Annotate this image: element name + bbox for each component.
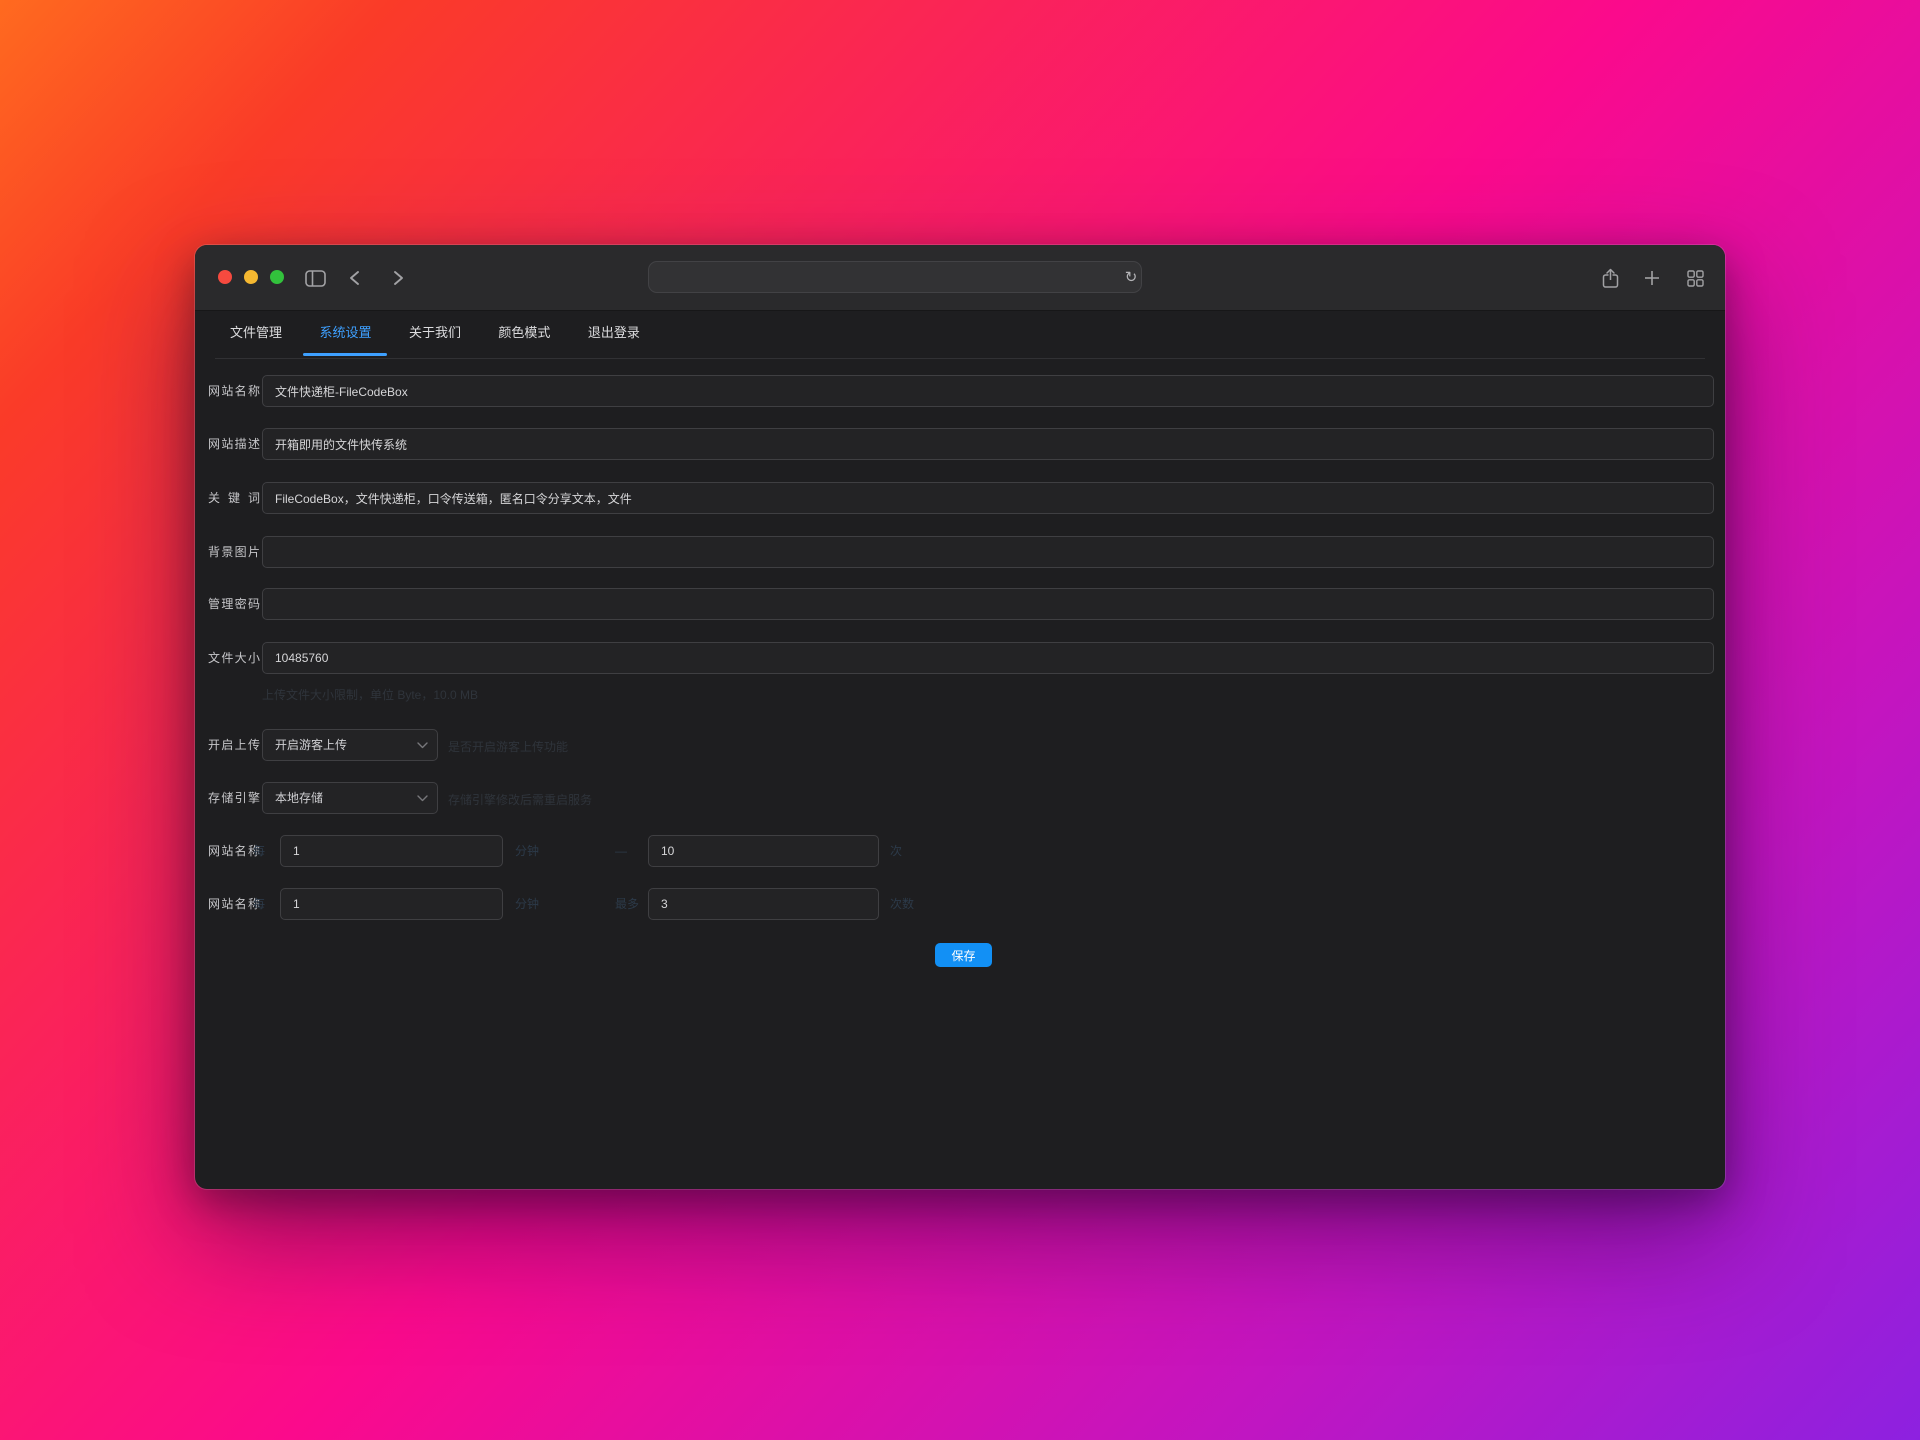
keywords-input[interactable] xyxy=(262,482,1714,514)
field-label: 关 键 词 xyxy=(208,482,260,514)
traffic-lights xyxy=(218,270,284,284)
minimize-button[interactable] xyxy=(244,270,258,284)
limit-unit-text: 分钟 xyxy=(515,835,539,867)
error-count-input[interactable] xyxy=(648,888,879,920)
share-icon[interactable] xyxy=(1598,267,1622,289)
storage-engine-select[interactable]: 本地存储 xyxy=(262,782,438,814)
limit-unit-text: 分钟 xyxy=(515,888,539,920)
tab-file-management[interactable]: 文件管理 xyxy=(230,310,282,356)
field-label: 开启上传 xyxy=(208,729,260,761)
tab-color-mode[interactable]: 颜色模式 xyxy=(498,310,550,356)
field-label: 文件大小 xyxy=(208,642,260,674)
open-upload-select[interactable]: 开启游客上传 xyxy=(262,729,438,761)
field-label: 存储引擎 xyxy=(208,782,260,814)
upload-count-input[interactable] xyxy=(648,835,879,867)
site-description-input[interactable] xyxy=(262,428,1714,460)
error-minute-input[interactable] xyxy=(280,888,503,920)
back-icon[interactable] xyxy=(342,267,366,289)
chevron-down-icon xyxy=(417,742,428,749)
form-row-file-size: 文件大小 xyxy=(195,642,1725,674)
open-upload-select-value: 开启游客上传 xyxy=(275,738,347,752)
forward-icon[interactable] xyxy=(386,267,410,289)
form-row-storage-engine: 存储引擎 本地存储 存储引擎修改后需重启服务 xyxy=(195,782,1725,814)
refresh-icon[interactable]: ↻ xyxy=(1119,265,1143,289)
form-row-keywords: 关 键 词 xyxy=(195,482,1725,514)
address-bar[interactable] xyxy=(648,261,1142,293)
upload-minute-input[interactable] xyxy=(280,835,503,867)
limit-suffix-text: 次 xyxy=(890,835,902,867)
chevron-down-icon xyxy=(417,795,428,802)
save-button[interactable]: 保存 xyxy=(935,943,992,967)
tab-overview-icon[interactable] xyxy=(1683,267,1707,289)
storage-engine-select-value: 本地存储 xyxy=(275,791,323,805)
browser-window: ↻ 文件管理 系统设 xyxy=(195,245,1725,1189)
storage-engine-hint: 存储引擎修改后需重启服务 xyxy=(448,791,592,808)
field-label: 管理密码 xyxy=(208,588,260,620)
form-row-admin-password: 管理密码 xyxy=(195,588,1725,620)
browser-toolbar: ↻ xyxy=(195,245,1725,311)
limit-middle-text: 最多 xyxy=(615,888,639,920)
form-row-background-image: 背景图片 xyxy=(195,536,1725,568)
file-size-input[interactable] xyxy=(262,642,1714,674)
form-row-upload-limit: 网站名称 每 分钟 — 次 xyxy=(195,835,1725,867)
open-upload-hint: 是否开启游客上传功能 xyxy=(448,738,568,755)
close-button[interactable] xyxy=(218,270,232,284)
settings-nav-tabs: 文件管理 系统设置 关于我们 颜色模式 退出登录 xyxy=(195,310,1725,359)
field-label: 背景图片 xyxy=(208,536,260,568)
new-tab-icon[interactable] xyxy=(1640,267,1664,289)
limit-prefix-text: 每 xyxy=(253,835,265,867)
form-row-site-name: 网站名称 xyxy=(195,375,1725,407)
fullscreen-button[interactable] xyxy=(270,270,284,284)
tab-logout[interactable]: 退出登录 xyxy=(588,310,640,356)
limit-middle-text: — xyxy=(615,835,627,867)
background-image-input[interactable] xyxy=(262,536,1714,568)
file-size-hint: 上传文件大小限制，单位 Byte，10.0 MB xyxy=(262,686,478,703)
field-label: 网站描述 xyxy=(208,428,260,460)
form-row-error-limit: 网站名称 每 分钟 最多 次数 xyxy=(195,888,1725,920)
limit-prefix-text: 每 xyxy=(253,888,265,920)
tab-about-us[interactable]: 关于我们 xyxy=(409,310,461,356)
tab-system-settings[interactable]: 系统设置 xyxy=(319,310,371,356)
form-row-site-description: 网站描述 xyxy=(195,428,1725,460)
field-label: 网站名称 xyxy=(208,375,260,407)
sidebar-toggle-icon[interactable] xyxy=(303,267,327,289)
admin-password-input[interactable] xyxy=(262,588,1714,620)
form-row-open-upload: 开启上传 开启游客上传 是否开启游客上传功能 xyxy=(195,729,1725,761)
site-name-input[interactable] xyxy=(262,375,1714,407)
limit-suffix-text: 次数 xyxy=(890,888,914,920)
